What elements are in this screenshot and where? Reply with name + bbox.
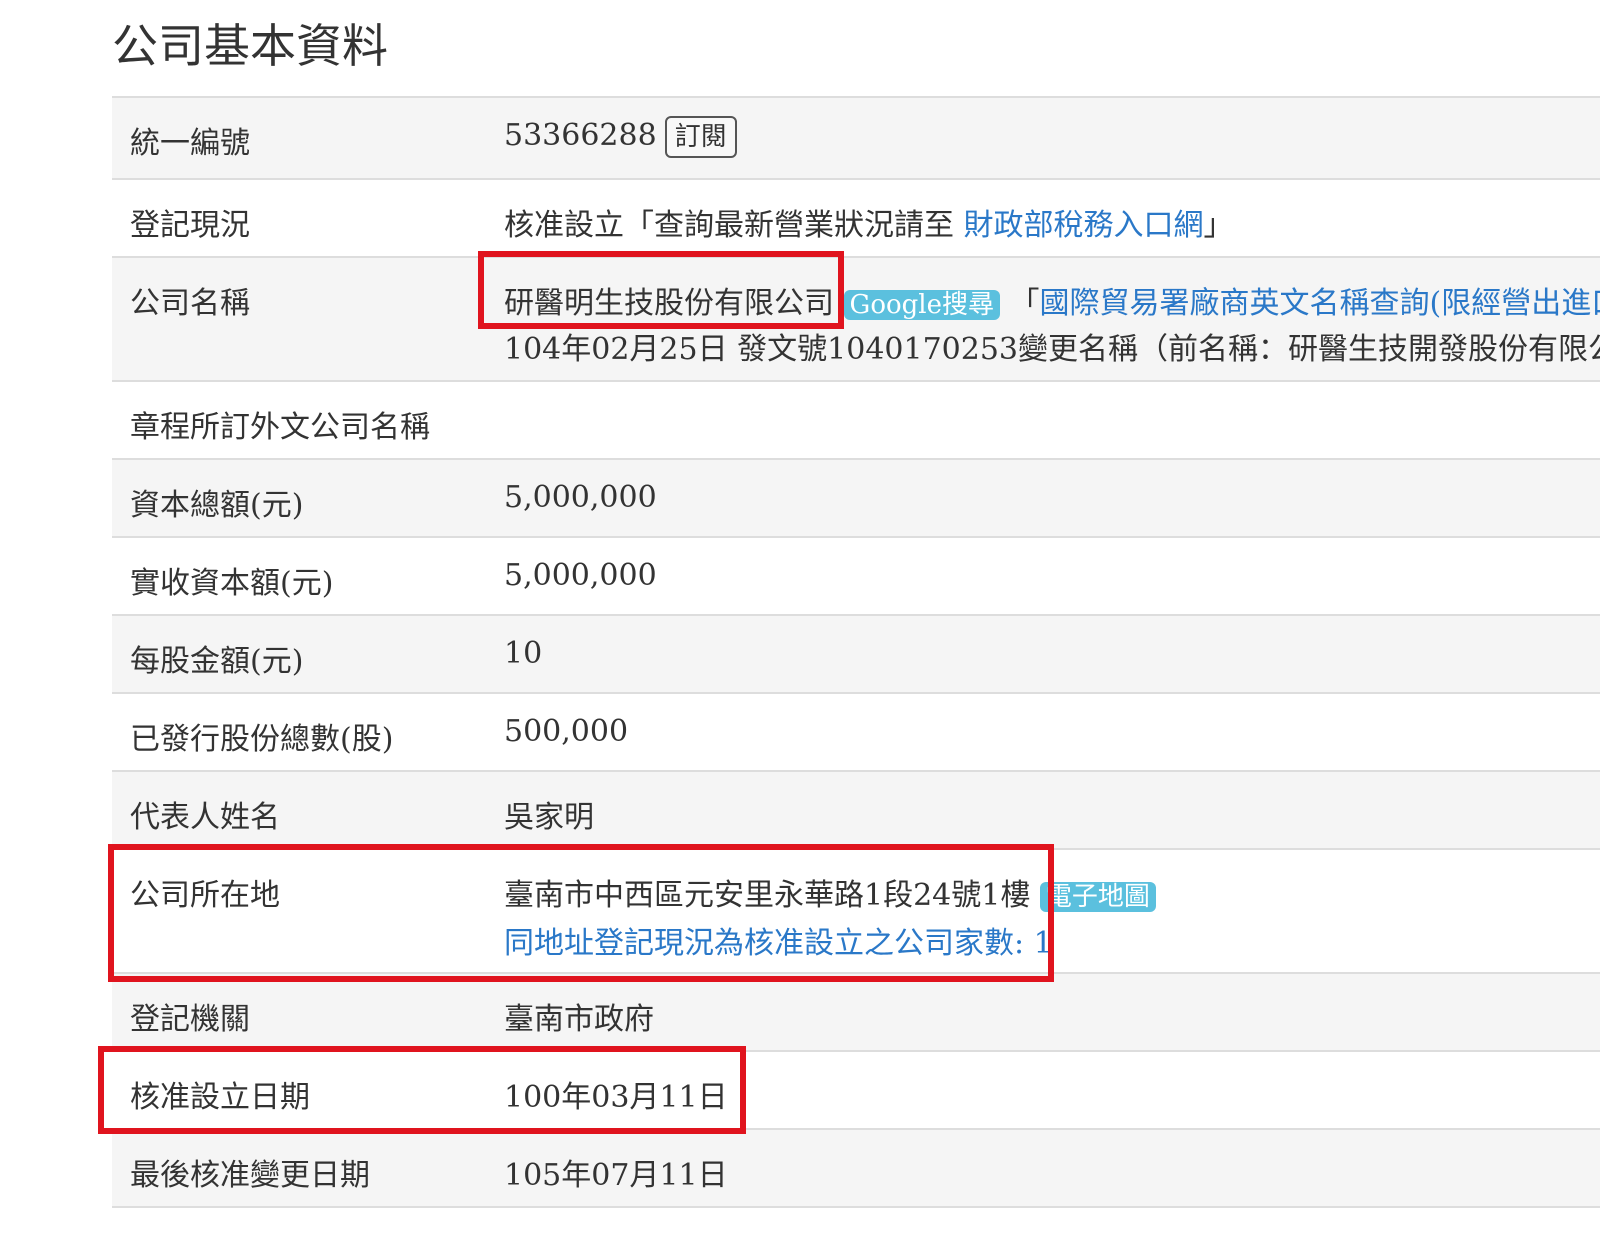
row-approval-date: 核准設立日期 100年03月11日 <box>112 1050 1600 1128</box>
row-tax-id: 統一編號 53366288 訂閱 <box>112 96 1600 178</box>
value-share-price: 10 <box>504 636 543 671</box>
row-share-price: 每股金額(元) 10 <box>112 614 1600 692</box>
label-status: 登記現況 <box>130 208 250 243</box>
value-total-capital: 5,000,000 <box>504 480 657 515</box>
row-shares-issued: 已發行股份總數(股) 500,000 <box>112 692 1600 770</box>
value-tax-id: 53366288 訂閱 <box>504 116 737 158</box>
label-representative: 代表人姓名 <box>130 800 280 835</box>
row-total-capital: 資本總額(元) 5,000,000 <box>112 458 1600 536</box>
value-approval-date: 100年03月11日 <box>504 1080 728 1115</box>
address-text: 臺南市中西區元安里永華路1段24號1樓 <box>504 878 1031 913</box>
row-last-change: 最後核准變更日期 105年07月11日 <box>112 1128 1600 1208</box>
value-authority: 臺南市政府 <box>504 1002 654 1037</box>
row-company-name: 公司名稱 研醫明生技股份有限公司 Google搜尋 「國際貿易署廠商英文名稱查詢… <box>112 256 1600 380</box>
value-shares-issued: 500,000 <box>504 714 629 749</box>
page: 公司基本資料 統一編號 53366288 訂閱 登記現況 核准設立「查詢最新營業狀… <box>0 0 1600 1241</box>
label-shares-issued: 已發行股份總數(股) <box>130 722 394 757</box>
value-address: 臺南市中西區元安里永華路1段24號1樓 電子地圖 <box>504 870 1156 914</box>
status-suffix: 」 <box>1203 208 1234 243</box>
row-representative: 代表人姓名 吳家明 <box>112 770 1600 848</box>
subscribe-button[interactable]: 訂閱 <box>664 116 737 158</box>
label-company-name: 公司名稱 <box>130 286 250 321</box>
label-address: 公司所在地 <box>130 878 280 913</box>
company-name-text: 研醫明生技股份有限公司 <box>504 286 834 321</box>
value-representative: 吳家明 <box>504 800 594 835</box>
row-paid-capital: 實收資本額(元) 5,000,000 <box>112 536 1600 614</box>
page-title: 公司基本資料 <box>112 19 388 73</box>
row-status: 登記現況 核准設立「查詢最新營業狀況請至 財政部稅務入口網」 <box>112 178 1600 256</box>
map-badge[interactable]: 電子地圖 <box>1039 882 1156 912</box>
label-share-price: 每股金額(元) <box>130 644 304 679</box>
row-foreign-name: 章程所訂外文公司名稱 <box>112 380 1600 458</box>
row-authority: 登記機關 臺南市政府 <box>112 972 1600 1050</box>
google-search-badge[interactable]: Google搜尋 <box>843 290 1000 320</box>
label-paid-capital: 實收資本額(元) <box>130 566 334 601</box>
label-tax-id: 統一編號 <box>130 126 250 161</box>
tax-id-number: 53366288 <box>504 118 657 153</box>
label-total-capital: 資本總額(元) <box>130 488 304 523</box>
value-company-name: 研醫明生技股份有限公司 Google搜尋 「國際貿易署廠商英文名稱查詢(限經營出… <box>504 278 1600 322</box>
value-last-change: 105年07月11日 <box>504 1158 728 1193</box>
label-approval-date: 核准設立日期 <box>130 1080 310 1115</box>
status-prefix: 核准設立「查詢最新營業狀況請至 <box>504 208 964 243</box>
value-status: 核准設立「查詢最新營業狀況請至 財政部稅務入口網」 <box>504 200 1234 244</box>
same-address-link[interactable]: 同地址登記現況為核准設立之公司家數: 1 <box>504 918 1053 962</box>
label-foreign-name: 章程所訂外文公司名稱 <box>130 410 430 445</box>
label-last-change: 最後核准變更日期 <box>130 1158 370 1193</box>
trade-english-name-link[interactable]: 國際貿易署廠商英文名稱查詢(限經營出進口 <box>1040 286 1600 321</box>
name-change-note: 104年02月25日 發文號1040170253變更名稱（前名稱：研醫生技開發股… <box>504 332 1600 367</box>
trade-bracket: 「 <box>1009 286 1040 321</box>
label-authority: 登記機關 <box>130 1002 250 1037</box>
value-paid-capital: 5,000,000 <box>504 558 657 593</box>
row-address: 公司所在地 臺南市中西區元安里永華路1段24號1樓 電子地圖 同地址登記現況為核… <box>112 848 1600 972</box>
tax-portal-link[interactable]: 財政部稅務入口網 <box>964 208 1204 243</box>
